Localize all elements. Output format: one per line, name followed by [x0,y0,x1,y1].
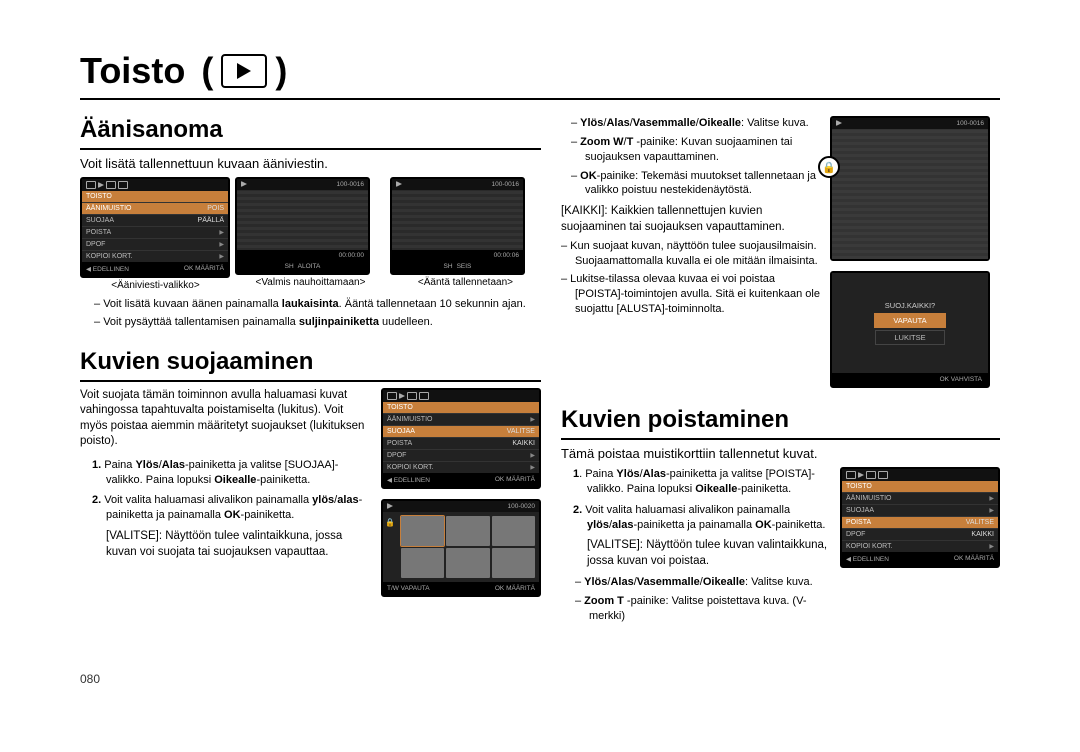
heading-voice: Äänisanoma [80,116,541,144]
lcd-delete-menu: TOISTO ÄÄNIMUISTIO SUOJAA POISTAVALITSE … [840,467,1000,568]
protect-kaikki: [KAIKKI]: Kaikkien tallennettujen kuvien… [561,204,820,235]
protect-bullet-2: Lukitse-tilassa olevaa kuvaa ei voi pois… [575,272,820,317]
protect-button-specs: Ylös/Alas/Vasemmalle/Oikealle: Valitse k… [571,116,820,198]
play-icon [98,182,104,188]
lcd-protect-all-dialog: SUOJ.KAIKKI? VAPAUTA LUKITSE OK VAHVISTA [830,271,990,388]
heading-delete: Kuvien poistaminen [561,406,1000,434]
protect-step-1: 1. Paina Ylös/Alas-painiketta ja valitse… [106,458,371,488]
option-vapauta[interactable]: VAPAUTA [874,313,945,328]
play-icon [399,393,405,399]
lock-icon: 🔒 [818,156,840,178]
play-icon [241,181,247,187]
menu-title: TOISTO [82,191,228,202]
play-icon [836,120,842,126]
delete-step-1: 1. Paina Ylös/Alas-painiketta ja valitse… [587,467,830,497]
caption-voice-menu: <Ääniviesti-valikko> [80,280,231,291]
protect-step-2: 2. Voit valita haluamasi alivalikon pain… [106,493,371,523]
section-protect: Kuvien suojaaminen Voit suojata tämän to… [80,348,541,597]
lcd-protect-thumb: 100-0020 🔒 T/W VAPAUTAOK MÄÄR [381,499,541,597]
lcd-lock-preview: 100-0016 🔒 [830,116,990,261]
caption-ready: <Valmis nauhoittamaan> [235,277,386,288]
play-icon [396,181,402,187]
section-voice-memo: Äänisanoma Voit lisätä tallennettuun kuv… [80,116,541,330]
lcd-protect-menu: TOISTO ÄÄNIMUISTIO SUOJAAVALITSE POISTAK… [381,388,541,489]
lock-icon: 🔒 [385,518,395,527]
sound-icon [106,181,116,189]
setup-icon [419,392,429,400]
option-lukitse[interactable]: LUKITSE [875,330,944,345]
lcd-voice-menu: TOISTO ÄÄNIMUISTIOPOIS SUOJAAPÄÄLLÄ POIS… [80,177,230,278]
setup-icon [118,181,128,189]
protect-lead: Voit suojata tämän toiminnon avulla halu… [80,388,371,450]
protect-valitse: [VALITSE]: Näyttöön tulee valintaikkuna,… [106,529,371,560]
delete-valitse: [VALITSE]: Näyttöön tulee kuvan valintai… [587,538,830,569]
camera-icon [387,392,397,400]
camera-icon [846,471,856,479]
voice-note-2: Voit pysäyttää tallentamisen painamalla … [108,315,541,330]
lcd-recording: 100-0016 00:00:06 SHSEIS [390,177,525,275]
playback-icon [221,54,267,88]
sound-icon [407,392,417,400]
camera-icon [86,181,96,189]
delete-lead: Tämä poistaa muistikorttiin tallennetut … [561,446,1000,461]
delete-directions: Ylös/Alas/Vasemmalle/Oikealle: Valitse k… [575,575,830,590]
play-icon [858,472,864,478]
page-number: 080 [80,672,100,686]
section-delete: Kuvien poistaminen Tämä poistaa muistiko… [561,406,1000,628]
protect-bullet-1: Kun suojaat kuvan, näyttöön tulee suojau… [575,239,820,269]
lcd-ready-record: 100-0016 00:00:00 SHALOITA [235,177,370,275]
heading-protect: Kuvien suojaaminen [80,348,541,376]
setup-icon [878,471,888,479]
delete-zoom: Zoom T -painike: Valitse poistettava kuv… [575,594,830,624]
manual-page: Toisto ( ) Äänisanoma Voit lisätä tallen… [80,50,1000,646]
play-icon [387,503,393,509]
voice-lead: Voit lisätä tallennettuun kuvaan äänivie… [80,156,541,171]
caption-recording: <Ääntä tallennetaan> [390,277,541,288]
page-title: Toisto ( ) [80,50,1000,92]
delete-step-2: 2. Voit valita haluamasi alivalikon pain… [587,503,830,533]
sound-icon [866,471,876,479]
voice-note-1: Voit lisätä kuvaan äänen painamalla lauk… [108,297,541,312]
